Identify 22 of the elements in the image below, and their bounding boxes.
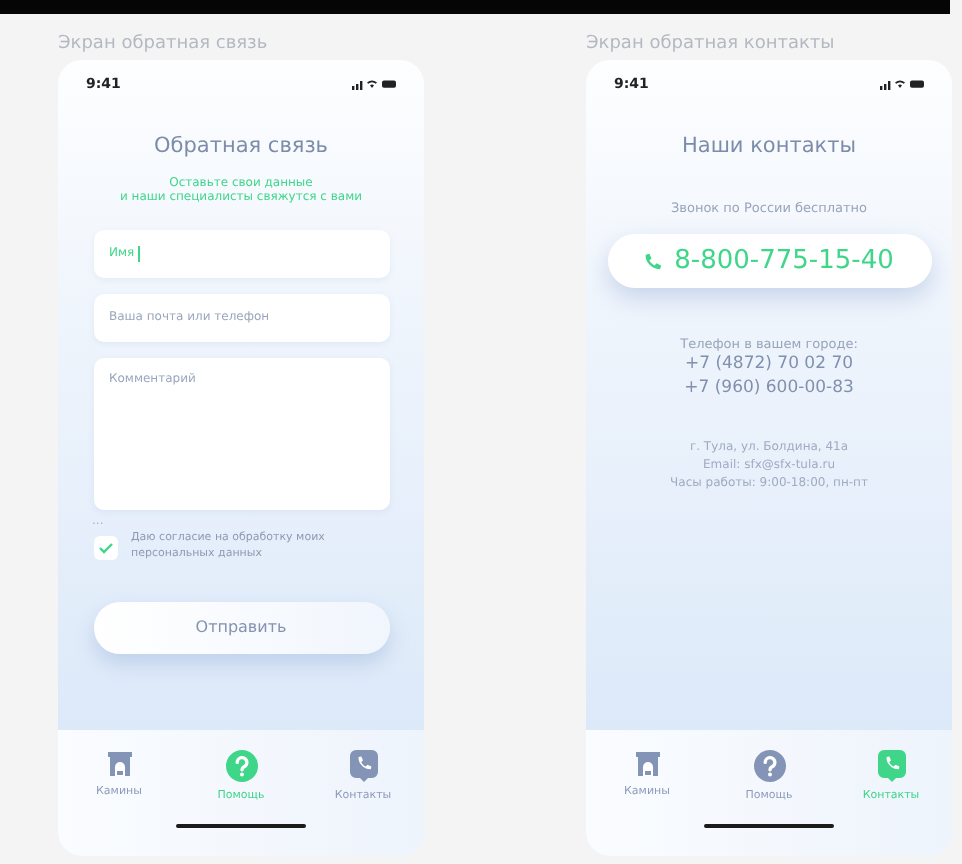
fireplace-icon: [633, 750, 661, 778]
text-cursor: [138, 246, 141, 263]
check-icon: [97, 541, 113, 554]
help-icon: [753, 750, 785, 782]
status-icons: [352, 78, 396, 90]
phone-icon: [644, 252, 663, 270]
submit-button[interactable]: Отправить: [93, 601, 389, 654]
fireplace-icon: [105, 750, 133, 778]
screen-title: Наши контакты: [681, 134, 857, 158]
hotline-button[interactable]: 8-800-775-15-40: [607, 234, 931, 288]
status-icons: [880, 78, 924, 90]
screen-title: Обратная связь: [154, 134, 328, 158]
home-indicator: [704, 824, 834, 828]
city-phone-number[interactable]: +7 (4872) 70 02 70: [684, 352, 854, 376]
home-indicator: [176, 824, 306, 828]
screen-caption: Экран обратная контакты: [586, 32, 837, 58]
city-phone-number[interactable]: +7 (960) 600-00-83: [684, 376, 854, 400]
phone-icon: [349, 750, 377, 782]
screen-caption: Экран обратная связь: [58, 32, 270, 58]
consent-checkbox[interactable]: [93, 535, 117, 560]
phone-icon: [877, 750, 905, 782]
help-icon: [225, 750, 257, 782]
